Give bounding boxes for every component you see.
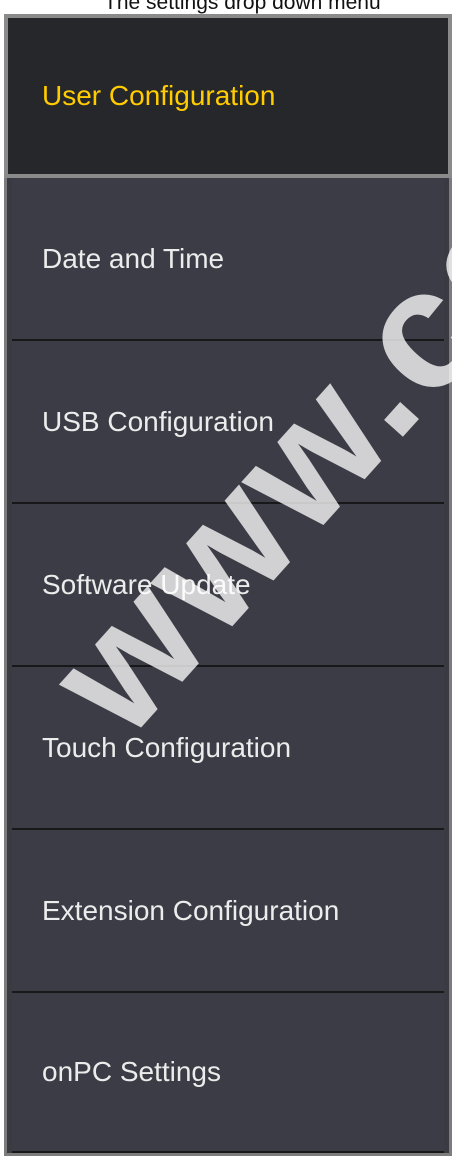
menu-item-label: USB Configuration — [42, 405, 274, 437]
menu-item-label: onPC Settings — [42, 1056, 221, 1087]
menu-item-label: Software Update — [42, 568, 251, 600]
menu-item-label: User Configuration — [42, 80, 276, 111]
screenshot-stage: The settings drop down menu User Configu… — [0, 0, 457, 1158]
menu-item-label: Extension Configuration — [42, 894, 340, 926]
menu-item-touch-configuration[interactable]: Touch Configuration — [12, 667, 444, 830]
menu-item-label: Date and Time — [42, 242, 225, 274]
menu-item-software-update[interactable]: Software Update — [12, 504, 444, 667]
menu-item-date-and-time[interactable]: Date and Time — [12, 178, 444, 341]
menu-item-user-configuration[interactable]: User Configuration — [4, 14, 452, 178]
menu-item-onpc-settings[interactable]: onPC Settings — [12, 993, 444, 1153]
menu-item-usb-configuration[interactable]: USB Configuration — [12, 341, 444, 504]
menu-item-extension-configuration[interactable]: Extension Configuration — [12, 830, 444, 993]
menu-item-label: Touch Configuration — [42, 731, 292, 763]
settings-dropdown-menu: User Configuration Date and Time USB Con… — [4, 14, 452, 1156]
